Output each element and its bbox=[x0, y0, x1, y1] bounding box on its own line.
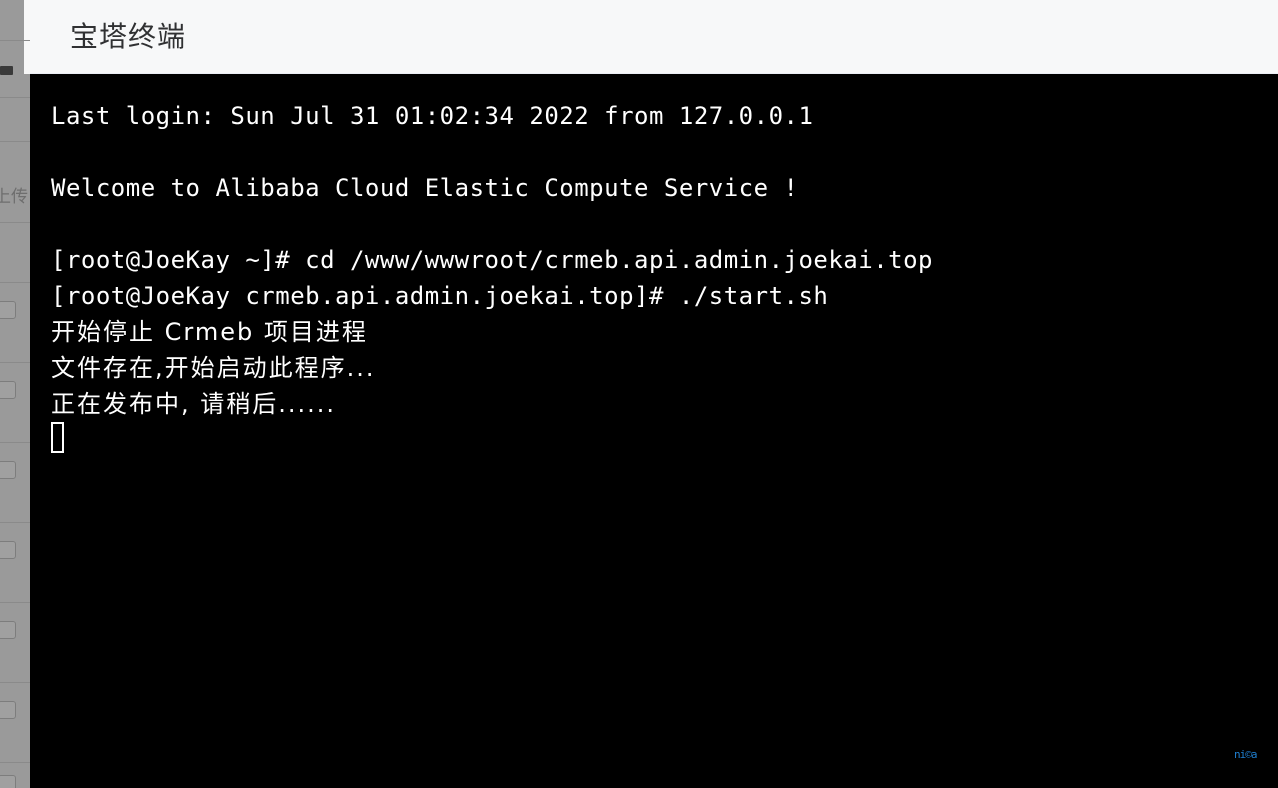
terminal-window: 宝塔终端 Last login: Sun Jul 31 01:02:34 202… bbox=[30, 0, 1278, 788]
background-page-overlay: 上传 bbox=[0, 0, 30, 788]
row-checkbox[interactable] bbox=[0, 775, 16, 788]
terminal-console[interactable]: Last login: Sun Jul 31 01:02:34 2022 fro… bbox=[30, 74, 1278, 788]
line-cmd-start: [root@JoeKay crmeb.api.admin.joekai.top]… bbox=[51, 282, 829, 310]
row-checkbox[interactable] bbox=[0, 541, 16, 559]
line-cmd-cd: [root@JoeKay ~]# cd /www/wwwroot/crmeb.a… bbox=[51, 246, 934, 274]
table-row bbox=[0, 682, 30, 762]
row-checkbox[interactable] bbox=[0, 701, 16, 719]
table-row bbox=[0, 522, 30, 602]
line-blank-1 bbox=[51, 134, 1278, 170]
line-last-login: Last login: Sun Jul 31 01:02:34 2022 fro… bbox=[51, 102, 814, 130]
line-out-publishing: 正在发布中, 请稍后...... bbox=[51, 390, 337, 418]
terminal-cursor bbox=[51, 422, 64, 453]
background-row bbox=[0, 97, 30, 141]
terminal-cursor-line bbox=[51, 422, 1278, 458]
row-checkbox[interactable] bbox=[0, 301, 16, 319]
line-out-exists: 文件存在,开始启动此程序... bbox=[51, 354, 376, 382]
table-row bbox=[0, 442, 30, 522]
line-out-stop: 开始停止 Crmeb 项目进程 bbox=[51, 318, 368, 346]
row-checkbox[interactable] bbox=[0, 381, 16, 399]
line-welcome: Welcome to Alibaba Cloud Elastic Compute… bbox=[51, 174, 799, 202]
background-row bbox=[0, 40, 30, 72]
terminal-header: 宝塔终端 bbox=[30, 0, 1278, 74]
table-row bbox=[0, 362, 30, 442]
background-row bbox=[0, 141, 30, 181]
table-row bbox=[0, 602, 30, 682]
table-row bbox=[0, 762, 30, 788]
background-row bbox=[0, 222, 30, 282]
row-checkbox[interactable] bbox=[0, 461, 16, 479]
terminal-corner-badge: ni©a bbox=[1234, 748, 1258, 761]
page-title: 宝塔终端 bbox=[70, 20, 187, 53]
table-row bbox=[0, 282, 30, 362]
background-partial-label: 上传 bbox=[0, 187, 28, 207]
terminal-output: Last login: Sun Jul 31 01:02:34 2022 fro… bbox=[51, 98, 1278, 458]
line-blank-2 bbox=[51, 206, 1278, 242]
row-checkbox[interactable] bbox=[0, 621, 16, 639]
